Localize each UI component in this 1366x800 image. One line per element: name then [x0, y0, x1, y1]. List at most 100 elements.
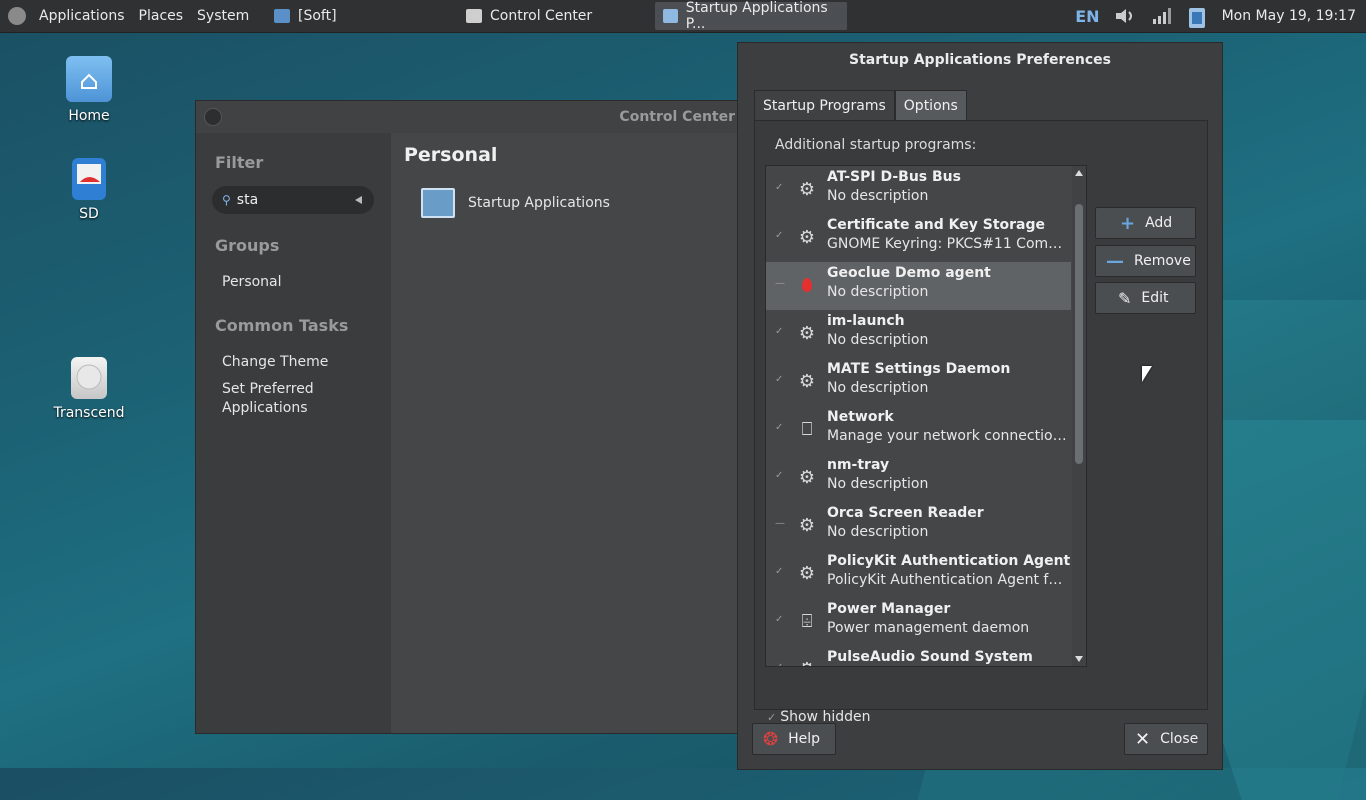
startup-programs-list: ✓ ⚙ AT-SPI D-Bus Bus No description ✓ ⚙ Certif…: [765, 165, 1087, 667]
gear-icon: ⚙: [798, 515, 816, 536]
scrollbar-thumb[interactable]: [1075, 204, 1083, 464]
startup-program-row[interactable]: — ⚙ Orca Screen Reader No description: [766, 502, 1071, 550]
home-folder-icon: [66, 56, 112, 102]
program-description: No description: [827, 188, 929, 204]
close-button[interactable]: ✕ Close: [1124, 723, 1208, 755]
window-titlebar[interactable]: Control Center: [196, 101, 741, 133]
menu-applications[interactable]: Applications: [32, 0, 132, 32]
tab-options[interactable]: Options: [894, 90, 967, 122]
window-title: Startup Applications Preferences: [849, 52, 1111, 68]
edit-button[interactable]: ✎ Edit: [1095, 282, 1196, 314]
checkmark-icon[interactable]: ✓: [775, 663, 783, 667]
program-name: AT-SPI D-Bus Bus: [827, 169, 961, 185]
unchecked-icon[interactable]: —: [775, 279, 785, 289]
distro-logo-icon[interactable]: [8, 7, 26, 25]
control-center-window: Control Center Filter ⚲ sta Groups Perso…: [195, 100, 742, 734]
program-name: nm-tray: [827, 457, 890, 473]
program-name: Certificate and Key Storage: [827, 217, 1046, 233]
close-icon[interactable]: [204, 108, 222, 126]
task-set-preferred-applications[interactable]: Set Preferred Applications: [222, 380, 314, 418]
gear-icon: ⚙: [798, 323, 816, 344]
program-description: PolicyKit Authentication Agent for …: [827, 572, 1067, 588]
checkmark-icon[interactable]: ✓: [775, 423, 783, 433]
gear-icon: ⚙: [798, 179, 816, 200]
power-manager-tray-icon[interactable]: [1186, 6, 1208, 28]
clock[interactable]: Mon May 19, 19:17: [1222, 8, 1356, 24]
desktop-icon-home[interactable]: Home: [44, 56, 134, 124]
program-description: GNOME Keyring: PKCS#11 Compo…: [827, 236, 1067, 252]
scroll-up-icon[interactable]: [1075, 170, 1083, 176]
control-center-main: Personal Startup Applications: [391, 133, 741, 733]
startup-program-row[interactable]: ✓ ⚙ PulseAudio Sound System: [766, 646, 1071, 667]
common-tasks-heading: Common Tasks: [215, 316, 349, 335]
checkmark-icon[interactable]: ✓: [775, 183, 783, 193]
startup-program-row[interactable]: ✓ ⚙ AT-SPI D-Bus Bus No description: [766, 166, 1071, 214]
clear-search-icon[interactable]: [355, 196, 362, 204]
help-lifebuoy-icon: ❂: [763, 728, 779, 750]
checkmark-icon[interactable]: ✓: [775, 231, 783, 241]
add-button[interactable]: + Add: [1095, 207, 1196, 239]
list-label: Additional startup programs:: [775, 137, 977, 153]
checkmark-icon[interactable]: ✓: [775, 615, 783, 625]
startup-program-row[interactable]: ✓ ⚙ nm-tray No description: [766, 454, 1071, 502]
checkmark-icon[interactable]: ✓: [775, 567, 783, 577]
help-button[interactable]: ❂ Help: [752, 723, 836, 755]
checkmark-icon[interactable]: ✓: [775, 327, 783, 337]
taskbar-startup-applications[interactable]: Startup Applications P...: [655, 0, 847, 32]
section-title: Personal: [404, 144, 498, 166]
program-description: Power management daemon: [827, 620, 1030, 636]
startup-program-row[interactable]: ✓ ⚙ Certificate and Key Storage GNOME Keyri…: [766, 214, 1071, 262]
gear-icon: ⚙: [798, 371, 816, 392]
startup-program-row[interactable]: ✓ ⚙ MATE Settings Daemon No description: [766, 358, 1071, 406]
sd-card-icon: [72, 158, 106, 200]
scroll-down-icon[interactable]: [1075, 656, 1083, 662]
gear-icon: ⚙: [798, 227, 816, 248]
tab-bar: Startup Programs Options: [754, 90, 967, 122]
remove-button[interactable]: — Remove: [1095, 245, 1196, 277]
startup-program-row[interactable]: ✓ ⚙ im-launch No description: [766, 310, 1071, 358]
search-input[interactable]: ⚲ sta: [212, 186, 374, 214]
startup-applications-launcher[interactable]: Startup Applications: [421, 188, 610, 218]
checkmark-icon[interactable]: ✓: [775, 471, 783, 481]
startup-program-row[interactable]: — Geoclue Demo agent No description: [766, 262, 1071, 310]
network-icon: ⎕: [801, 419, 813, 440]
keyboard-layout-indicator[interactable]: EN: [1075, 7, 1099, 26]
plus-icon: +: [1120, 212, 1136, 234]
minus-icon: —: [1106, 250, 1124, 272]
desktop-icon-label: SD: [79, 206, 99, 222]
startup-program-row[interactable]: ✓ ⎕ Network Manage your network connections: [766, 406, 1071, 454]
program-name: MATE Settings Daemon: [827, 361, 1011, 377]
desktop-icon-label: Transcend: [53, 405, 125, 421]
checkmark-icon: ✓: [767, 710, 777, 724]
startup-program-row[interactable]: ✓ ⚙ PolicyKit Authentication Agent PolicyKi…: [766, 550, 1071, 598]
search-value: sta: [236, 192, 259, 208]
taskbar-soft[interactable]: [Soft]: [266, 2, 345, 30]
network-signal-icon[interactable]: [1150, 6, 1172, 26]
launcher-label: Startup Applications: [468, 195, 610, 211]
scrollbar[interactable]: [1072, 166, 1086, 666]
filter-heading: Filter: [215, 153, 264, 172]
program-name: Geoclue Demo agent: [827, 265, 991, 281]
volume-icon[interactable]: [1114, 6, 1136, 26]
tab-startup-programs[interactable]: Startup Programs: [754, 90, 895, 122]
gear-icon: ⚙: [798, 563, 816, 584]
window-titlebar[interactable]: Startup Applications Preferences: [738, 43, 1222, 77]
search-icon: ⚲: [222, 193, 231, 207]
menu-system[interactable]: System: [190, 0, 256, 32]
program-name: im-launch: [827, 313, 905, 329]
groups-heading: Groups: [215, 236, 280, 255]
program-name: Network: [827, 409, 894, 425]
task-change-theme[interactable]: Change Theme: [222, 353, 328, 372]
taskbar-control-center[interactable]: Control Center: [458, 2, 600, 30]
program-name: PolicyKit Authentication Agent: [827, 553, 1071, 569]
desktop-icon-sd[interactable]: SD: [44, 158, 134, 222]
desktop-icon-transcend[interactable]: Transcend: [44, 357, 134, 421]
menu-places[interactable]: Places: [132, 0, 191, 32]
mouse-cursor-icon: [1142, 366, 1152, 382]
program-name: Orca Screen Reader: [827, 505, 984, 521]
unchecked-icon[interactable]: —: [775, 519, 785, 529]
checkmark-icon[interactable]: ✓: [775, 375, 783, 385]
group-personal[interactable]: Personal: [222, 273, 282, 292]
startup-program-row[interactable]: ✓ ⌹ Power Manager Power management daemon: [766, 598, 1071, 646]
program-name: PulseAudio Sound System: [827, 649, 1033, 665]
